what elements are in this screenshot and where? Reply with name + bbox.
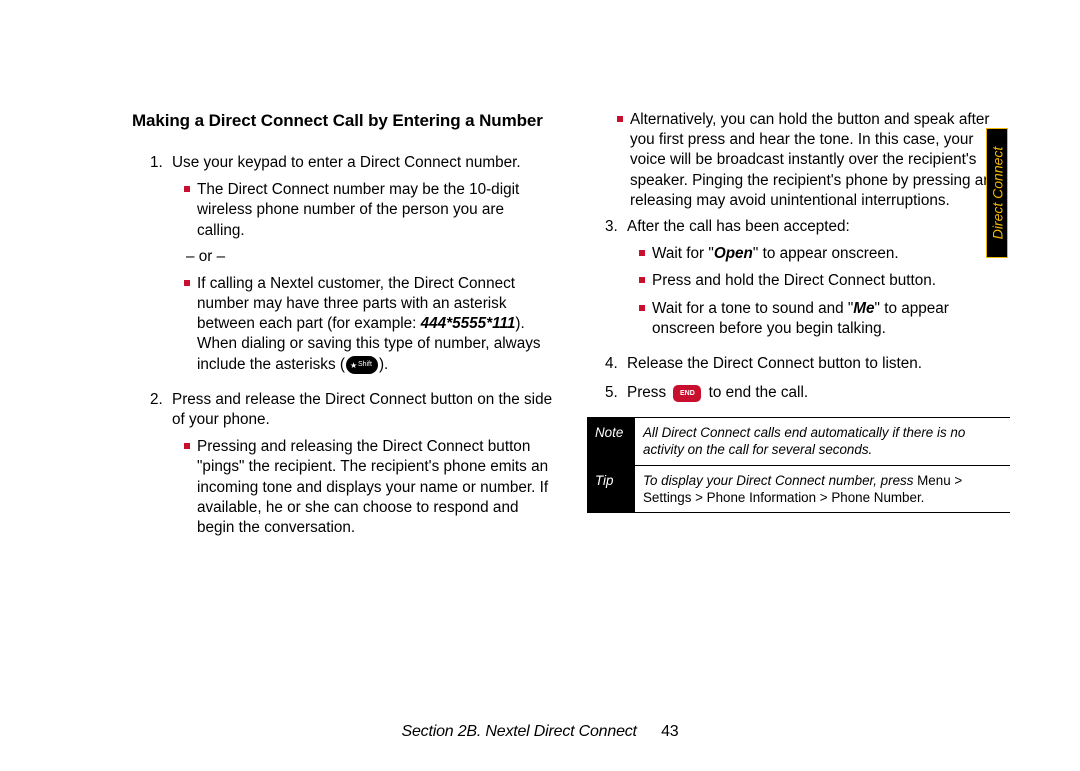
page-content: Making a Direct Connect Call by Entering… bbox=[132, 110, 1010, 553]
bullet-icon bbox=[184, 280, 190, 286]
list-body: Press and release the Direct Connect but… bbox=[172, 390, 555, 544]
bullet-icon bbox=[639, 250, 645, 256]
list-number: 1. bbox=[150, 153, 170, 381]
me-label: Me bbox=[853, 300, 874, 317]
bullet-icon bbox=[639, 277, 645, 283]
sub-bullet: Pressing and releasing the Direct Connec… bbox=[172, 437, 555, 538]
bullet-text: Pressing and releasing the Direct Connec… bbox=[197, 437, 555, 538]
list-number: 3. bbox=[605, 217, 625, 345]
list-number: 5. bbox=[605, 383, 625, 403]
note-row: Note All Direct Connect calls end automa… bbox=[587, 418, 1010, 465]
menu-word: Menu bbox=[917, 473, 951, 488]
list-text: After the call has been accepted: bbox=[627, 218, 850, 235]
bullet-text: The Direct Connect number may be the 10-… bbox=[197, 180, 555, 241]
list-text-pre: Press bbox=[627, 384, 670, 401]
list-body: After the call has been accepted: Wait f… bbox=[627, 217, 1010, 345]
bullet-icon bbox=[184, 443, 190, 449]
footer-section: Section 2B. Nextel Direct Connect bbox=[402, 723, 637, 740]
footer-page-number: 43 bbox=[661, 723, 678, 740]
list-number: 2. bbox=[150, 390, 170, 544]
or-separator: – or – bbox=[172, 247, 555, 267]
sub-bullet: If calling a Nextel customer, the Direct… bbox=[172, 274, 555, 375]
tip-label: Tip bbox=[587, 465, 635, 512]
list-item-1: 1. Use your keypad to enter a Direct Con… bbox=[132, 153, 555, 381]
end-key-icon: END bbox=[673, 385, 701, 402]
note-text: All Direct Connect calls end automatical… bbox=[635, 418, 1010, 465]
side-tab-label: Direct Connect bbox=[989, 147, 1005, 240]
list-item-2: 2. Press and release the Direct Connect … bbox=[132, 390, 555, 544]
list-item-3: 3. After the call has been accepted: Wai… bbox=[587, 217, 1010, 345]
right-column: Alternatively, you can hold the button a… bbox=[587, 110, 1010, 553]
sub-bullet: Alternatively, you can hold the button a… bbox=[587, 110, 1010, 211]
sub-bullet: Press and hold the Direct Connect button… bbox=[627, 271, 1010, 291]
bullet-icon bbox=[639, 305, 645, 311]
list-text: Use your keypad to enter a Direct Connec… bbox=[172, 154, 521, 171]
bullet-text: Wait for "Open" to appear onscreen. bbox=[652, 244, 1010, 264]
bullet-text: Alternatively, you can hold the button a… bbox=[630, 110, 1010, 211]
tip-text: To display your Direct Connect number, p… bbox=[635, 465, 1010, 512]
sub-bullet: Wait for "Open" to appear onscreen. bbox=[627, 244, 1010, 264]
bullet-text: Wait for a tone to sound and "Me" to app… bbox=[652, 299, 1010, 339]
list-body: Release the Direct Connect button to lis… bbox=[627, 354, 1010, 374]
list-item-5: 5. Press END to end the call. bbox=[587, 383, 1010, 403]
list-text-post: to end the call. bbox=[704, 384, 808, 401]
bullet-icon bbox=[617, 116, 623, 122]
info-boxes: Note All Direct Connect calls end automa… bbox=[587, 417, 1010, 513]
list-item-4: 4. Release the Direct Connect button to … bbox=[587, 354, 1010, 374]
list-text: Press and release the Direct Connect but… bbox=[172, 391, 552, 428]
list-number: 4. bbox=[605, 354, 625, 374]
left-column: Making a Direct Connect Call by Entering… bbox=[132, 110, 555, 553]
shift-key-icon bbox=[346, 356, 378, 374]
page-footer: Section 2B. Nextel Direct Connect 43 bbox=[0, 723, 1080, 741]
open-label: Open bbox=[714, 245, 753, 262]
example-number: 444*5555*111 bbox=[421, 315, 516, 332]
bullet-text: If calling a Nextel customer, the Direct… bbox=[197, 274, 555, 375]
note-label: Note bbox=[587, 418, 635, 465]
tip-row: Tip To display your Direct Connect numbe… bbox=[587, 465, 1010, 512]
bullet-icon bbox=[184, 186, 190, 192]
list-body: Press END to end the call. bbox=[627, 383, 1010, 403]
sub-bullet: The Direct Connect number may be the 10-… bbox=[172, 180, 555, 241]
sub-bullet: Wait for a tone to sound and "Me" to app… bbox=[627, 299, 1010, 339]
section-heading: Making a Direct Connect Call by Entering… bbox=[132, 110, 555, 133]
list-body: Use your keypad to enter a Direct Connec… bbox=[172, 153, 555, 381]
side-tab: Direct Connect bbox=[986, 128, 1008, 258]
list-text: Release the Direct Connect button to lis… bbox=[627, 355, 922, 372]
bullet-text: Press and hold the Direct Connect button… bbox=[652, 271, 1010, 291]
